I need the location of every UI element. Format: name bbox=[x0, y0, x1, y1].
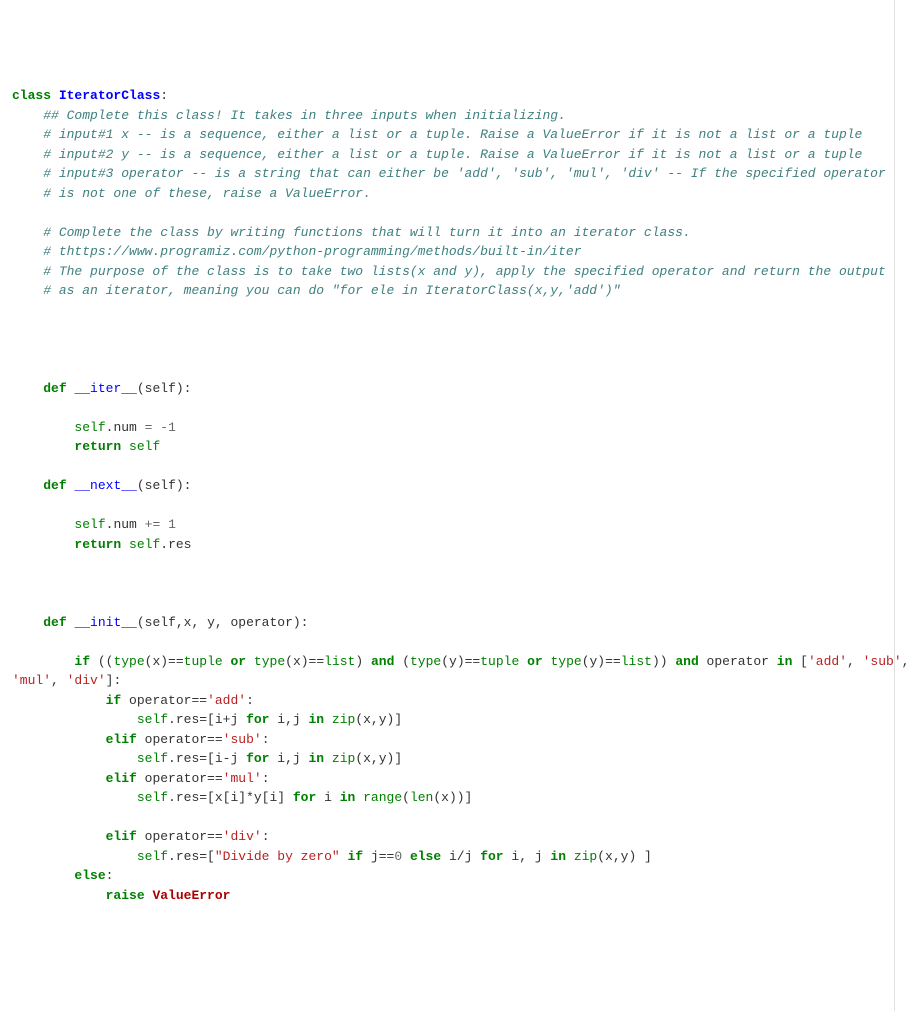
method-iter: __iter__ bbox=[74, 381, 136, 396]
comment: # The purpose of the class is to take tw… bbox=[43, 264, 886, 279]
comment: # input#3 operator -- is a string that c… bbox=[43, 166, 886, 181]
comment: # input#2 y -- is a sequence, either a l… bbox=[43, 147, 862, 162]
self: self bbox=[74, 420, 105, 435]
keyword-return: return bbox=[74, 439, 121, 454]
code-block: class IteratorClass: ## Complete this cl… bbox=[12, 86, 882, 905]
comment: # as an iterator, meaning you can do "fo… bbox=[43, 283, 620, 298]
comment: # is not one of these, raise a ValueErro… bbox=[43, 186, 371, 201]
keyword-def: def bbox=[43, 381, 66, 396]
keyword-def: def bbox=[43, 615, 66, 630]
comment: # input#1 x -- is a sequence, either a l… bbox=[43, 127, 862, 142]
comment: # Complete the class by writing function… bbox=[43, 225, 691, 240]
comment: ## Complete this class! It takes in thre… bbox=[43, 108, 566, 123]
value-error: ValueError bbox=[152, 888, 230, 903]
class-name: IteratorClass bbox=[59, 88, 160, 103]
method-next: __next__ bbox=[74, 478, 136, 493]
keyword-class: class bbox=[12, 88, 51, 103]
comment: # thttps://www.programiz.com/python-prog… bbox=[43, 244, 581, 259]
method-init: __init__ bbox=[74, 615, 136, 630]
keyword-def: def bbox=[43, 478, 66, 493]
